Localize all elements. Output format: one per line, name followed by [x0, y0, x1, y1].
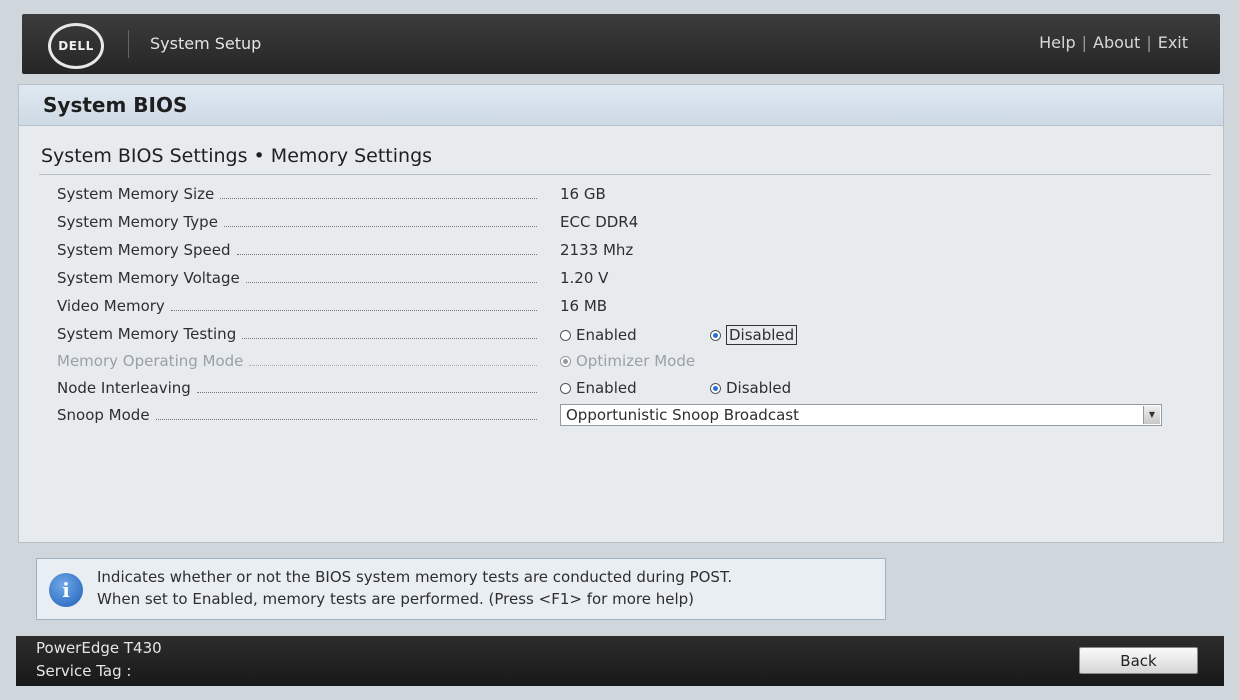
leader-dots: [155, 411, 537, 420]
dell-logo: DELL: [48, 23, 104, 69]
node-interleaving-enabled-option[interactable]: Enabled: [560, 379, 670, 397]
row-operating-mode: Memory Operating Mode Optimizer Mode: [57, 350, 1207, 374]
video-memory-value: 16 MB: [560, 297, 608, 315]
leader-dots: [170, 302, 537, 311]
memory-type-label: System Memory Type: [57, 213, 218, 231]
memory-voltage-value: 1.20 V: [560, 269, 609, 287]
snoop-mode-label: Snoop Mode: [57, 406, 150, 424]
radio-unselected-icon[interactable]: [560, 329, 571, 341]
header-divider: [128, 30, 129, 58]
row-memory-testing: System Memory Testing Enabled Disabled: [57, 323, 1207, 347]
optimizer-mode-label: Optimizer Mode: [576, 352, 696, 370]
node-interleaving-disabled-option[interactable]: Disabled: [710, 379, 791, 397]
memory-testing-enabled-label: Enabled: [576, 326, 637, 344]
leader-dots: [223, 218, 537, 227]
top-header-bar: DELL System Setup Help | About | Exit: [22, 14, 1220, 74]
row-video-memory: Video Memory 16 MB: [57, 295, 1207, 319]
about-link[interactable]: About: [1093, 33, 1140, 52]
app-title: System Setup: [150, 34, 262, 53]
memory-testing-radio-group: Enabled Disabled: [560, 325, 837, 345]
radio-unselected-icon[interactable]: [560, 382, 571, 394]
link-separator: |: [1146, 33, 1152, 52]
radio-selected-icon: [560, 355, 571, 367]
memory-size-value: 16 GB: [560, 185, 606, 203]
dropdown-arrow-icon[interactable]: ▼: [1143, 406, 1160, 424]
row-snoop-mode: Snoop Mode Opportunistic Snoop Broadcast…: [57, 404, 1207, 428]
memory-speed-label: System Memory Speed: [57, 241, 231, 259]
row-memory-size: System Memory Size 16 GB: [57, 183, 1207, 207]
memory-testing-enabled-option[interactable]: Enabled: [560, 326, 670, 344]
system-model: PowerEdge T430: [36, 639, 162, 657]
help-text-line-2: When set to Enabled, memory tests are pe…: [97, 590, 695, 608]
footer-bar: PowerEdge T430 Service Tag : Back: [16, 636, 1224, 686]
page-subtitle: System BIOS Settings • Memory Settings: [41, 145, 433, 167]
operating-mode-radio-group: Optimizer Mode: [560, 352, 735, 370]
memory-type-value: ECC DDR4: [560, 213, 639, 231]
video-memory-label: Video Memory: [57, 297, 165, 315]
row-memory-voltage: System Memory Voltage 1.20 V: [57, 267, 1207, 291]
memory-voltage-label: System Memory Voltage: [57, 269, 240, 287]
header-links: Help | About | Exit: [1039, 33, 1188, 52]
operating-mode-label: Memory Operating Mode: [57, 352, 244, 370]
optimizer-mode-option: Optimizer Mode: [560, 352, 695, 370]
row-memory-type: System Memory Type ECC DDR4: [57, 211, 1207, 235]
help-text-line-1: Indicates whether or not the BIOS system…: [97, 568, 733, 586]
radio-selected-icon[interactable]: [710, 382, 721, 394]
snoop-mode-select[interactable]: Opportunistic Snoop Broadcast ▼: [560, 404, 1162, 426]
leader-dots: [245, 274, 537, 283]
node-interleaving-radio-group: Enabled Disabled: [560, 379, 831, 397]
memory-testing-disabled-option[interactable]: Disabled: [710, 325, 798, 345]
row-memory-speed: System Memory Speed 2133 Mhz: [57, 239, 1207, 263]
link-separator: |: [1081, 33, 1087, 52]
info-icon: i: [49, 573, 83, 607]
radio-selected-icon[interactable]: [710, 329, 721, 341]
help-link[interactable]: Help: [1039, 33, 1075, 52]
leader-dots: [196, 384, 537, 393]
node-interleaving-label: Node Interleaving: [57, 379, 191, 397]
panel-title: System BIOS: [19, 85, 1223, 126]
leader-dots: [249, 357, 537, 366]
subtitle-divider: [39, 174, 1211, 175]
memory-size-label: System Memory Size: [57, 185, 215, 203]
memory-testing-disabled-label: Disabled: [726, 325, 798, 345]
service-tag: Service Tag :: [36, 662, 132, 680]
leader-dots: [220, 190, 537, 199]
memory-testing-label: System Memory Testing: [57, 325, 237, 343]
back-button[interactable]: Back: [1079, 647, 1198, 674]
exit-link[interactable]: Exit: [1158, 33, 1188, 52]
node-interleaving-disabled-label: Disabled: [726, 379, 792, 397]
row-node-interleaving: Node Interleaving Enabled Disabled: [57, 377, 1207, 401]
leader-dots: [242, 330, 537, 339]
settings-panel: System BIOS System BIOS Settings • Memor…: [18, 84, 1224, 543]
help-text: Indicates whether or not the BIOS system…: [97, 566, 732, 610]
leader-dots: [236, 246, 537, 255]
node-interleaving-enabled-label: Enabled: [576, 379, 637, 397]
snoop-mode-selected-value: Opportunistic Snoop Broadcast: [566, 406, 799, 424]
help-description-box: i Indicates whether or not the BIOS syst…: [36, 558, 886, 620]
memory-speed-value: 2133 Mhz: [560, 241, 634, 259]
